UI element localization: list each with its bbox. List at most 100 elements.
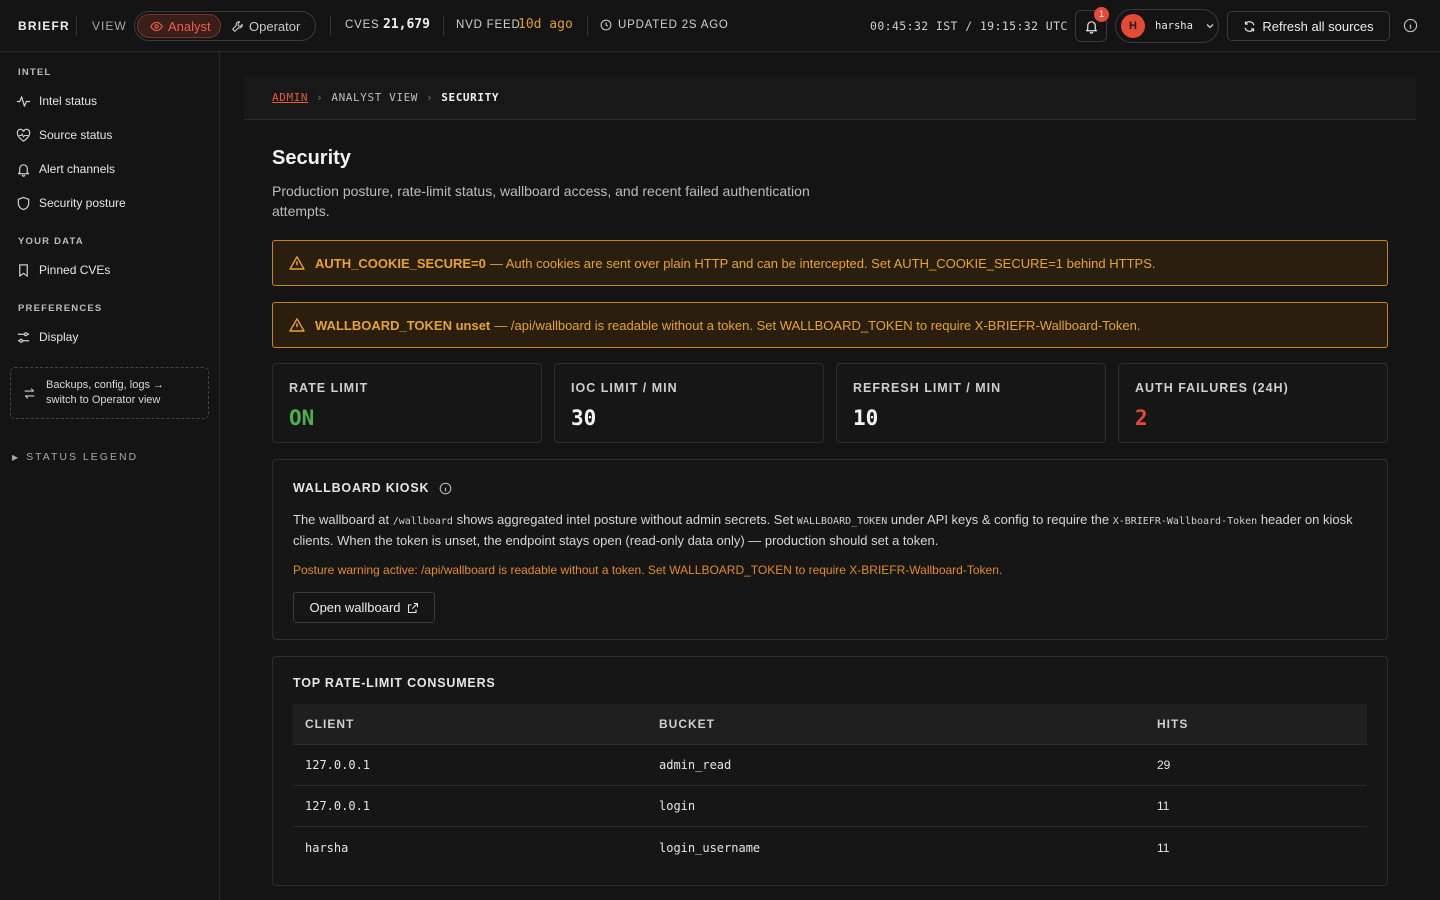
status-legend-label: STATUS LEGEND [26, 451, 139, 463]
sidebar-item-intel-status[interactable]: Intel status [16, 89, 97, 113]
stat-value: 2 [1135, 406, 1148, 430]
token-env-name: WALLBOARD_TOKEN [796, 516, 888, 527]
heart-pulse-icon [16, 128, 31, 142]
text: under API keys & config to require the [887, 512, 1113, 527]
operator-label: Operator [249, 18, 301, 34]
switch-text: Backups, config, logs → switch to Operat… [46, 378, 164, 408]
clock-readout: 00:45:32 IST / 19:15:32 UTC [870, 19, 1068, 33]
stat-value: 30 [571, 406, 597, 430]
table-row: harsha login_username 11 [293, 827, 1367, 868]
sidebar-item-alert-channels[interactable]: Alert channels [16, 157, 115, 181]
page-description: Production posture, rate-limit status, w… [272, 183, 810, 219]
nvd-feed-label: NVD FEED [456, 19, 521, 31]
analyst-label: Analyst [168, 18, 211, 34]
stat-card-ioc-limit: IOC LIMIT / MIN 30 [554, 363, 824, 443]
refresh-icon [1244, 20, 1255, 32]
switch-to-operator-link[interactable]: Backups, config, logs → switch to Operat… [10, 367, 209, 419]
sidebar-item-source-status[interactable]: Source status [16, 123, 112, 147]
bell-icon [17, 163, 30, 177]
warning-banner-wallboard-token: WALLBOARD_TOKEN unset — /api/wallboard i… [272, 302, 1388, 348]
text: shows aggregated intel posture without a… [452, 512, 797, 527]
divider [330, 16, 331, 36]
divider [443, 16, 444, 36]
swap-arrows-icon [24, 387, 35, 399]
sidebar-item-label: Display [39, 330, 79, 344]
switch-line-1: Backups, config, logs → [46, 379, 165, 391]
brand-logo[interactable]: BRIEFR [18, 19, 70, 33]
refresh-label: Refresh all sources [1262, 18, 1374, 34]
eye-icon [150, 21, 163, 31]
updated-status: UPDATED 2S AGO [618, 19, 729, 31]
bookmark-icon [19, 263, 28, 277]
rate-limit-consumers-panel: TOP RATE-LIMIT CONSUMERS CLIENT BUCKET H… [272, 656, 1388, 886]
table-header: CLIENT BUCKET HITS [293, 704, 1367, 745]
cell-client: 127.0.0.1 [305, 799, 371, 813]
cell-hits: 11 [1157, 840, 1170, 855]
breadcrumb: ADMIN › ANALYST VIEW › SECURITY [244, 76, 1416, 120]
sidebar-item-label: Security posture [39, 196, 126, 210]
info-icon[interactable] [439, 482, 452, 495]
sidebar-item-label: Intel status [39, 94, 98, 108]
sidebar-section-your-data: YOUR DATA [18, 236, 84, 247]
column-header-bucket[interactable]: BUCKET [647, 717, 1145, 731]
breadcrumb-admin-link[interactable]: ADMIN [272, 91, 308, 104]
status-legend-toggle[interactable]: ▶ STATUS LEGEND [12, 451, 138, 463]
warning-text: — /api/wallboard is readable without a t… [494, 317, 1141, 333]
page-title: Security [272, 147, 351, 169]
sidebar-item-label: Source status [39, 128, 113, 142]
wallboard-kiosk-panel: WALLBOARD KIOSK The wallboard at /wallbo… [272, 459, 1388, 640]
breadcrumb-current: SECURITY [441, 91, 500, 104]
divider [587, 16, 588, 36]
cell-bucket: login_username [659, 840, 761, 855]
sidebar-item-label: Pinned CVEs [39, 263, 111, 277]
bell-icon [1085, 20, 1097, 34]
chevron-down-icon [1206, 24, 1214, 29]
notification-badge: 1 [1094, 7, 1109, 22]
avatar: H [1121, 14, 1145, 38]
top-bar: BRIEFR VIEW Analyst Operator CVES 21,679… [0, 0, 1440, 52]
stat-value: ON [289, 406, 315, 430]
user-menu-button[interactable]: H harsha [1115, 9, 1219, 43]
column-header-hits[interactable]: HITS [1145, 717, 1188, 731]
operator-view-button[interactable]: Operator [227, 14, 311, 38]
breadcrumb-separator: › [426, 91, 434, 104]
info-icon[interactable] [1403, 18, 1418, 33]
consumers-table: CLIENT BUCKET HITS 127.0.0.1 admin_read … [293, 704, 1367, 868]
column-header-client[interactable]: CLIENT [293, 717, 647, 731]
warning-triangle-icon [289, 318, 305, 332]
sidebar-item-label: Alert channels [39, 162, 116, 176]
table-row: 127.0.0.1 login 11 [293, 786, 1367, 827]
cell-hits: 11 [1157, 799, 1170, 813]
stat-label: RATE LIMIT [289, 381, 369, 395]
refresh-all-button[interactable]: Refresh all sources [1227, 11, 1390, 41]
breadcrumb-separator: › [316, 91, 324, 104]
warning-key: AUTH_COOKIE_SECURE=0 [315, 255, 486, 271]
sidebar-section-preferences: PREFERENCES [18, 303, 103, 314]
switch-line-2: switch to Operator view [46, 394, 161, 406]
stat-label: IOC LIMIT / MIN [571, 381, 678, 395]
analyst-view-button[interactable]: Analyst [137, 14, 221, 38]
kiosk-description: The wallboard at /wallboard shows aggreg… [293, 510, 1369, 550]
sidebar-item-pinned-cves[interactable]: Pinned CVEs [16, 258, 110, 282]
breadcrumb-analyst-view: ANALYST VIEW [331, 91, 419, 104]
stat-card-rate-limit: RATE LIMIT ON [272, 363, 542, 443]
text: The wallboard at [293, 512, 393, 527]
sidebar-item-display[interactable]: Display [16, 325, 78, 349]
consumers-title: TOP RATE-LIMIT CONSUMERS [293, 676, 496, 690]
warning-key: WALLBOARD_TOKEN unset [315, 317, 491, 333]
caret-right-icon: ▶ [12, 452, 21, 462]
sliders-icon [17, 331, 30, 343]
open-wallboard-label: Open wallboard [309, 600, 401, 615]
sidebar-item-security-posture[interactable]: Security posture [16, 191, 126, 215]
divider [76, 16, 77, 36]
warning-text: — Auth cookies are sent over plain HTTP … [489, 255, 1156, 271]
open-wallboard-button[interactable]: Open wallboard [293, 592, 435, 623]
cell-hits: 29 [1157, 758, 1171, 772]
shield-icon [17, 196, 30, 210]
warning-banner-auth-cookie: AUTH_COOKIE_SECURE=0 — Auth cookies are … [272, 240, 1388, 286]
cell-client: harsha [305, 840, 349, 855]
activity-icon [16, 95, 31, 107]
cell-bucket: login [659, 799, 696, 813]
wallboard-path: /wallboard [392, 516, 453, 527]
panel-title: WALLBOARD KIOSK [293, 481, 452, 495]
